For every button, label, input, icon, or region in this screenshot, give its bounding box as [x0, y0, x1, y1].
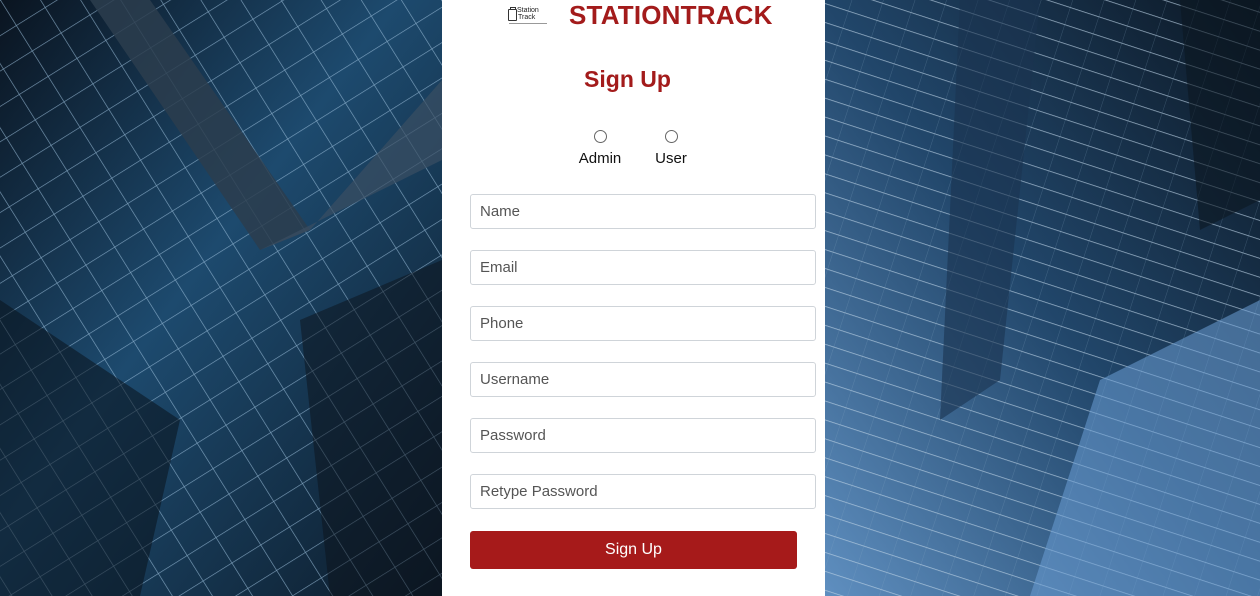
logo-text-line2: Track [518, 14, 536, 21]
name-field[interactable] [470, 194, 816, 229]
role-option-admin[interactable]: Admin [572, 130, 628, 167]
user-radio[interactable] [664, 130, 678, 143]
retype-password-field[interactable] [470, 474, 816, 509]
sign-up-button[interactable]: Sign Up [470, 531, 797, 569]
logo-text-line1: Station [517, 7, 539, 14]
username-field[interactable] [470, 362, 816, 397]
clipboard-icon [508, 7, 517, 21]
role-option-user[interactable]: User [643, 130, 699, 167]
stationtrack-logo: Station Track [506, 3, 552, 27]
email-field[interactable] [470, 250, 816, 285]
brand-header: Station Track STATIONTRACK [506, 0, 773, 30]
brand-name: STATIONTRACK [569, 0, 773, 30]
signup-page: Station Track STATIONTRACK Sign Up Admin… [0, 0, 1260, 596]
user-label: User [655, 150, 687, 167]
phone-field[interactable] [470, 306, 816, 341]
admin-radio[interactable] [593, 130, 607, 143]
signup-card: Station Track STATIONTRACK Sign Up Admin… [442, 0, 825, 596]
password-field[interactable] [470, 418, 816, 453]
page-title: Sign Up [584, 66, 671, 92]
role-selector: Admin User [572, 130, 714, 167]
admin-label: Admin [578, 150, 622, 167]
